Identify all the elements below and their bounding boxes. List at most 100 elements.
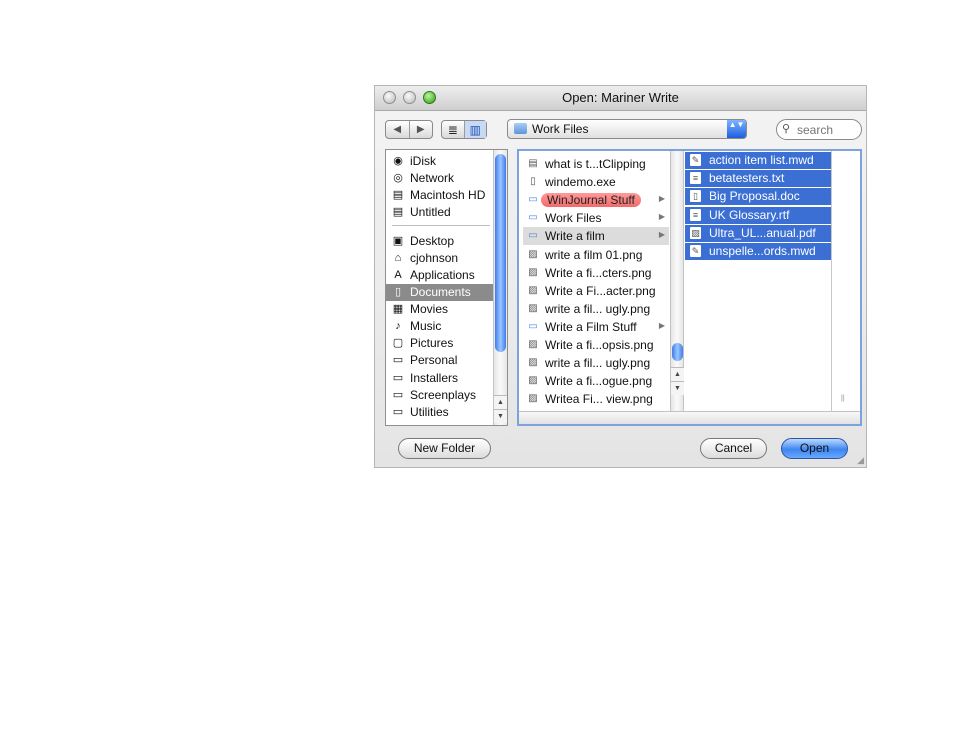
mariner-doc-icon: ✎ — [690, 245, 701, 257]
file-name-label: Ultra_UL...anual.pdf — [709, 225, 816, 240]
folder-list-item[interactable]: ▭ Work Files ▶ — [523, 209, 669, 227]
new-folder-button[interactable]: New Folder — [398, 438, 491, 459]
documents-icon: ▯ — [394, 286, 402, 298]
file-list-item[interactable]: ▨ write a film 01.png — [523, 246, 669, 264]
sidebar-item-label: Utilities — [410, 405, 449, 419]
sidebar-item[interactable]: ▣ Desktop — [386, 233, 493, 250]
sidebar-item[interactable]: ◎ Network — [386, 170, 493, 187]
column-divider[interactable] — [831, 151, 832, 413]
file-name-label: Write a Fi...acter.png — [545, 283, 656, 298]
horizontal-scrollbar[interactable] — [519, 411, 860, 424]
column-view-icon[interactable]: ▥ — [463, 121, 486, 138]
folder-list-item[interactable]: ▭ Write a Film Stuff ▶ — [523, 318, 669, 336]
file-list-item[interactable]: ▨ Write a Fi...acter.png — [523, 282, 669, 300]
sidebar-item[interactable]: ⌂ cjohnson — [386, 250, 493, 267]
back-arrow-icon[interactable]: ◀ — [386, 121, 409, 138]
home-icon: ⌂ — [394, 252, 402, 264]
disclosure-arrow-icon: ▶ — [658, 230, 665, 240]
folder-list-item[interactable]: ▭ WinJournal Stuff ▶ — [523, 191, 669, 209]
selected-file-item[interactable]: ✎ action item list.mwd — [685, 152, 831, 169]
file-name-label: Work Files — [545, 211, 602, 226]
sidebar-item[interactable]: ▭ Personal — [386, 352, 493, 369]
folder-icon: ▭ — [392, 372, 404, 384]
column-resize-grip-icon[interactable]: || — [841, 395, 845, 402]
folder-list-item[interactable]: ▭ Write a film ▶ — [523, 227, 669, 246]
file-name-label: UK Glossary.rtf — [709, 207, 790, 222]
sidebar-item[interactable]: ▭ Installers — [386, 370, 493, 387]
disclosure-arrow-icon: ▶ — [658, 320, 665, 330]
scroll-up-arrow-icon[interactable]: ▲ — [671, 367, 684, 381]
file-name-label: write a fil... ugly.png — [545, 356, 651, 371]
document-icon: ▯ — [690, 190, 701, 203]
cancel-button[interactable]: Cancel — [700, 438, 767, 459]
sidebar: ◉ iDisk ◎ Network ▤ Macintosh HD ▤ Untitled ▣ Des… — [385, 149, 508, 426]
document-icon: ▯ — [530, 176, 536, 188]
sidebar-item[interactable]: ▤ Macintosh HD — [386, 187, 493, 204]
column-scrollbar[interactable]: ▲ ▼ — [670, 151, 684, 413]
image-file-icon: ▨ — [528, 266, 538, 278]
applications-icon: A — [394, 269, 402, 281]
file-name-label: Write a fi...ogue.png — [545, 374, 653, 389]
sidebar-item-label: Documents — [410, 285, 471, 299]
sidebar-scrollbar[interactable]: ▲ ▼ — [493, 150, 507, 425]
image-file-icon: ▨ — [528, 302, 538, 314]
sidebar-item[interactable]: ♪ Music — [386, 318, 493, 335]
clipping-file-icon: ▤ — [528, 158, 538, 169]
file-list-item[interactable]: ▨ Write a fi...ogue.png — [523, 372, 669, 390]
sidebar-item[interactable]: ▦ Movies — [386, 301, 493, 318]
popup-arrows-icon: ▲▼ — [727, 120, 746, 138]
hard-disk-icon: ▤ — [392, 189, 404, 201]
search-input[interactable] — [795, 122, 861, 138]
file-list-item[interactable]: ▯ windemo.exe — [523, 173, 669, 191]
search-icon: ⚲ — [782, 123, 791, 135]
sidebar-item[interactable]: ▭ Screenplays — [386, 387, 493, 404]
file-list-item[interactable]: ▨ write a fil... ugly.png — [523, 300, 669, 318]
scroll-down-arrow-icon[interactable]: ▼ — [671, 381, 684, 395]
file-name-label: Write a fi...opsis.png — [545, 338, 654, 352]
file-list-item[interactable]: ▨ Write a fi...opsis.png — [523, 336, 669, 354]
scroll-up-arrow-icon[interactable]: ▲ — [494, 395, 507, 409]
location-popup[interactable]: Work Files ▲▼ — [507, 119, 747, 139]
folder-column: ▤ what is t...tClipping ▯ windemo.exe ▭ WinJo… — [523, 151, 671, 413]
desktop-icon: ▣ — [392, 235, 404, 247]
hard-disk-icon: ▤ — [392, 206, 404, 218]
open-button[interactable]: Open — [781, 438, 848, 459]
selected-file-item[interactable]: ≡ betatesters.txt — [685, 170, 831, 188]
image-file-icon: ▨ — [528, 284, 538, 296]
sidebar-item-label: Music — [410, 319, 442, 333]
file-name-label: WinJournal Stuff — [541, 193, 641, 208]
selected-file-item[interactable]: ▯ Big Proposal.doc — [685, 188, 831, 206]
file-list-item[interactable]: ▨ Writea Fi... view.png — [523, 390, 669, 408]
rtf-file-icon: ≡ — [690, 208, 701, 221]
open-dialog: Open: Mariner Write ◀ ▶ ≣ ▥ Work Files ▲… — [374, 85, 867, 468]
sidebar-item-label: Network — [410, 171, 455, 185]
file-list-item[interactable]: ▨ Write a fi...cters.png — [523, 264, 669, 282]
text-file-icon: ≡ — [690, 172, 701, 185]
file-name-label: Write a fi...cters.png — [545, 265, 652, 280]
image-file-icon: ▨ — [528, 357, 538, 369]
folder-icon: ▭ — [392, 354, 404, 366]
sidebar-item[interactable]: ▢ Pictures — [386, 335, 493, 352]
sidebar-item[interactable]: A Applications — [386, 267, 493, 284]
column-scroll-thumb[interactable] — [672, 343, 683, 361]
sidebar-item[interactable]: ▭ Utilities — [386, 404, 493, 421]
resize-grip-icon[interactable]: ◢ — [857, 455, 864, 466]
sidebar-item-label: iDisk — [410, 154, 436, 168]
title-bar[interactable]: Open: Mariner Write — [375, 86, 866, 111]
file-list-item[interactable]: ▤ what is t...tClipping — [523, 155, 669, 173]
sidebar-item[interactable]: ◉ iDisk — [386, 153, 493, 170]
forward-arrow-icon[interactable]: ▶ — [408, 121, 433, 138]
scroll-down-arrow-icon[interactable]: ▼ — [494, 409, 507, 423]
file-list-item[interactable]: ▨ write a fil... ugly.png — [523, 354, 669, 372]
list-view-icon[interactable]: ≣ — [442, 121, 464, 138]
selected-file-item[interactable]: ≡ UK Glossary.rtf — [685, 206, 831, 224]
sidebar-item[interactable]: ▤ Untitled — [386, 204, 493, 221]
selected-file-item[interactable]: ▨ Ultra_UL...anual.pdf — [685, 224, 831, 242]
selected-file-item[interactable]: ✎ unspelle...ords.mwd — [685, 243, 831, 260]
location-popup-label: Work Files — [532, 122, 589, 136]
sidebar-scroll-thumb[interactable] — [495, 154, 506, 352]
image-file-icon: ▨ — [528, 393, 538, 405]
sidebar-item[interactable]: ▯ Documents — [386, 284, 493, 301]
sidebar-item-label: Desktop — [410, 234, 455, 248]
mariner-doc-icon: ✎ — [690, 154, 701, 166]
